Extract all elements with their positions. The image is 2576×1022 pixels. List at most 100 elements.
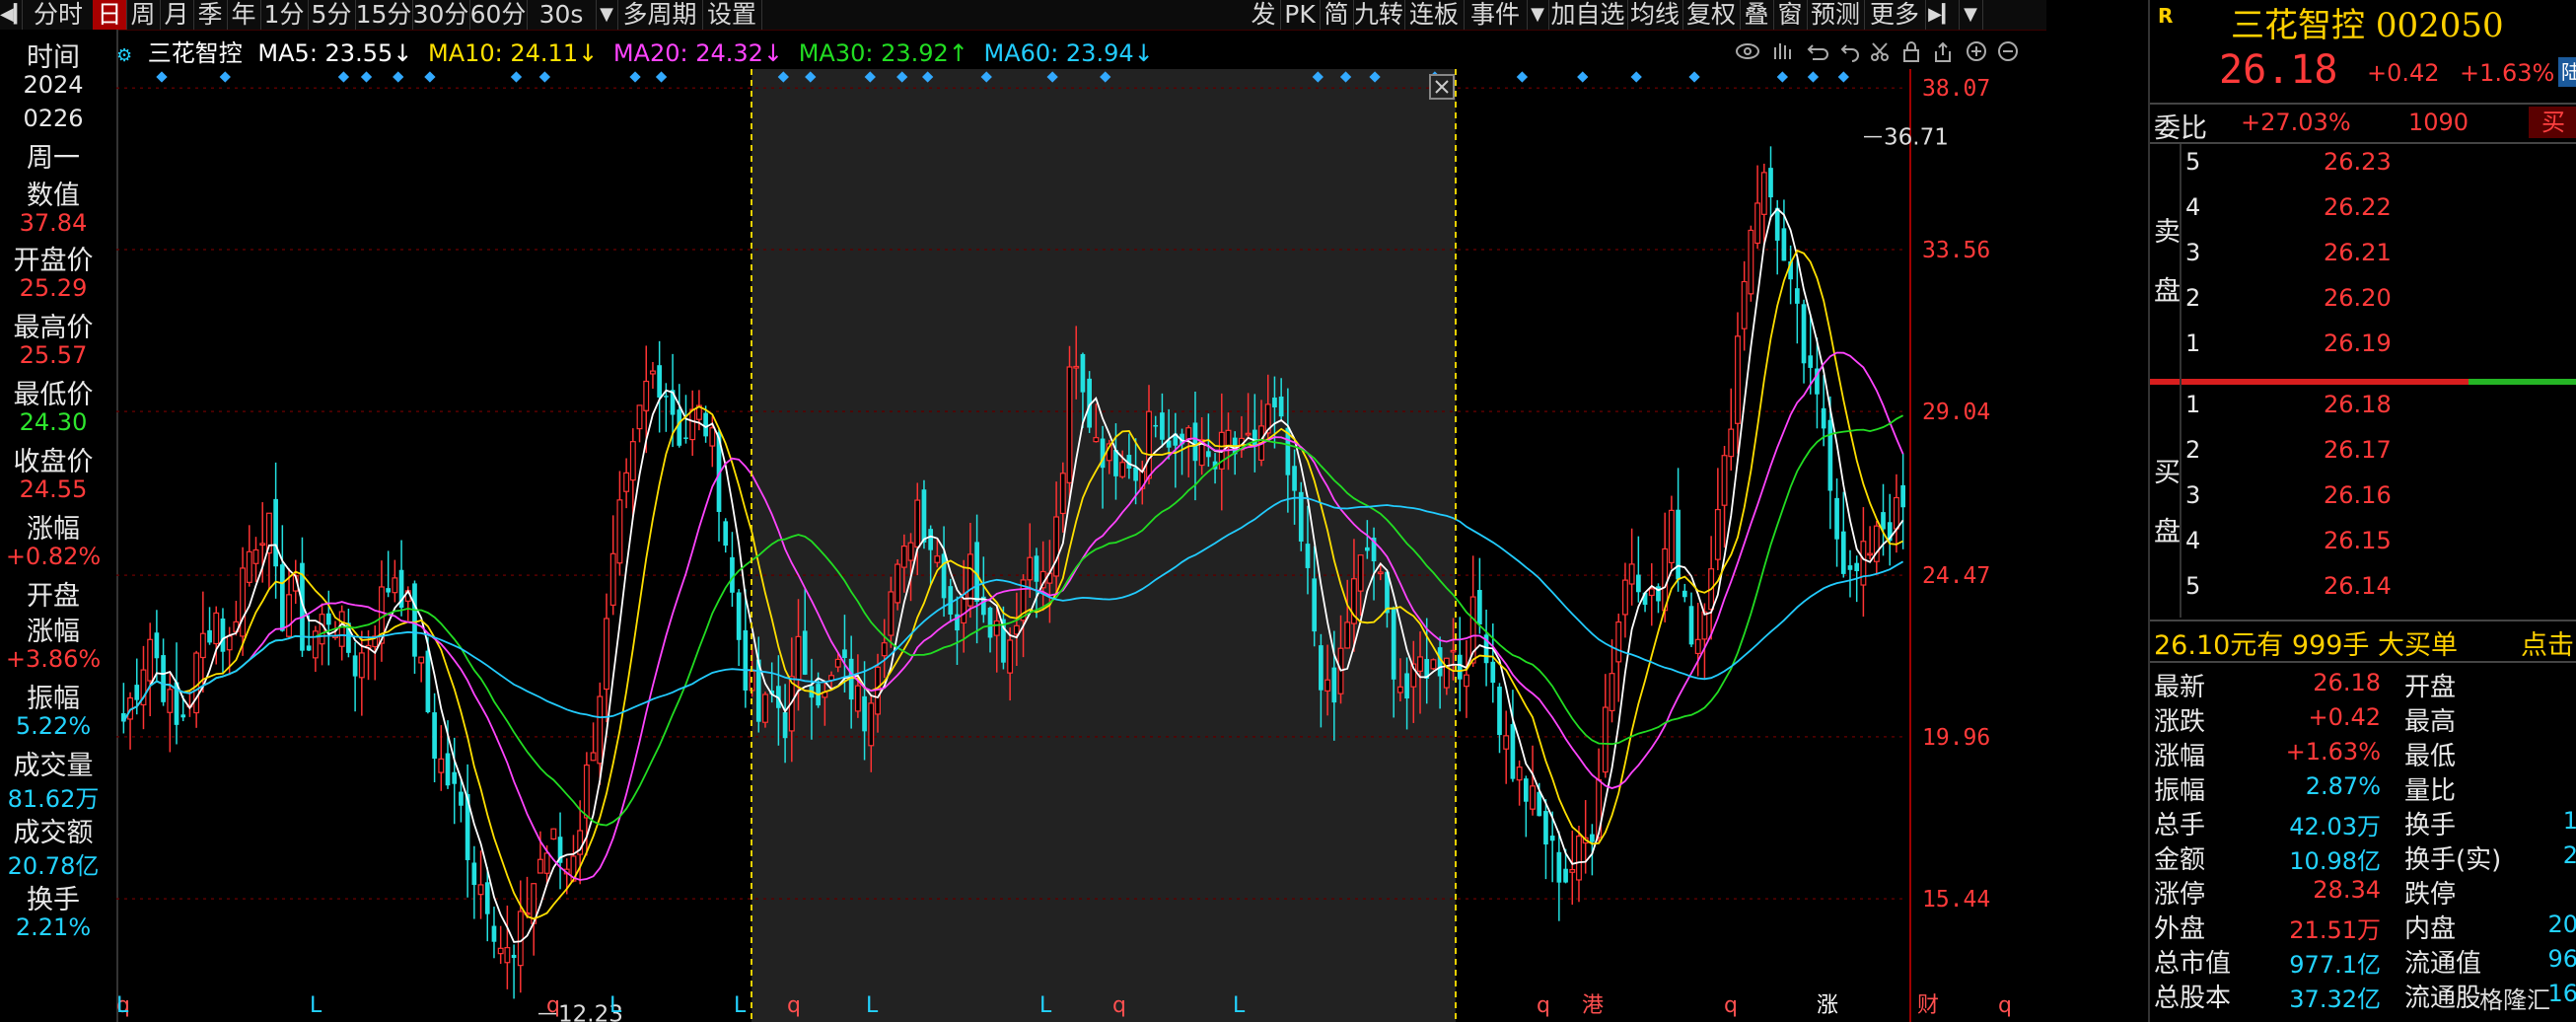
collapse-panel-icon[interactable]: ▶▎: [1925, 0, 1960, 30]
flag-badge[interactable]: 陆: [2558, 57, 2576, 87]
toolbar-action-0[interactable]: 发: [1247, 0, 1281, 30]
ask-price[interactable]: 26.23: [2324, 148, 2392, 176]
period-tab-2[interactable]: 周: [126, 0, 161, 30]
event-marker-icon[interactable]: [337, 71, 350, 83]
bottom-event-marker[interactable]: q: [1724, 993, 1738, 1018]
period-tab-7[interactable]: 5分: [308, 0, 356, 30]
period-dropdown-icon[interactable]: ▼: [596, 0, 618, 30]
close-selection-icon[interactable]: [1429, 74, 1455, 100]
hand-icon[interactable]: [1774, 43, 1791, 59]
bottom-event-marker[interactable]: 涨: [1817, 993, 1838, 1018]
ask-price[interactable]: 26.19: [2324, 329, 2392, 357]
event-marker-icon[interactable]: [538, 71, 551, 83]
big-order-click-link[interactable]: 点击: [2521, 623, 2574, 662]
big-order-volume: 999手: [2291, 630, 2370, 661]
candlestick: [1788, 245, 1793, 305]
bottom-event-marker[interactable]: 财: [1917, 993, 1939, 1018]
event-marker-icon[interactable]: [655, 71, 668, 83]
undo-icon[interactable]: [1840, 44, 1859, 62]
candlestick: [1628, 528, 1635, 606]
period-tab-8[interactable]: 15分: [355, 0, 413, 30]
event-marker-icon[interactable]: [1577, 71, 1589, 83]
more-dropdown-icon[interactable]: ▼: [1959, 0, 1983, 30]
period-tab-11[interactable]: 30s: [527, 0, 597, 30]
event-marker-icon[interactable]: [156, 71, 168, 83]
bottom-event-marker[interactable]: L: [116, 993, 129, 1018]
buy-tag[interactable]: 买: [2529, 107, 2576, 138]
bottom-event-marker[interactable]: L: [1233, 993, 1246, 1018]
export-icon[interactable]: [1935, 41, 1951, 62]
toolbar-action-3[interactable]: 九转: [1353, 0, 1405, 30]
period-tab-9[interactable]: 30分: [412, 0, 470, 30]
high-label: 最高价: [13, 313, 94, 343]
event-marker-icon[interactable]: [1630, 71, 1642, 83]
toolbar-action-12[interactable]: 更多: [1864, 0, 1926, 30]
period-tab-1[interactable]: 日: [93, 0, 127, 30]
event-marker-icon[interactable]: [424, 71, 436, 83]
bottom-event-marker[interactable]: L: [310, 993, 322, 1018]
toolbar-action-9[interactable]: 叠: [1740, 0, 1774, 30]
toolbar-action-4[interactable]: 连板: [1404, 0, 1465, 30]
event-marker-icon[interactable]: [1837, 71, 1849, 83]
candlestick: [1714, 468, 1721, 571]
event-marker-icon[interactable]: [1807, 71, 1820, 83]
bottom-event-marker[interactable]: q: [787, 993, 801, 1018]
event-marker-icon[interactable]: [1688, 71, 1700, 83]
toolbar-action-11[interactable]: 预测: [1807, 0, 1865, 30]
price-tick-label: 15.44: [1922, 887, 1990, 912]
big-order-text[interactable]: 26.10元有 999手 大买单: [2154, 623, 2458, 662]
bid-price[interactable]: 26.16: [2324, 481, 2392, 509]
eye-icon[interactable]: [1736, 43, 1759, 59]
ask-price[interactable]: 26.22: [2324, 193, 2392, 221]
bid-price[interactable]: 26.17: [2324, 436, 2392, 464]
zoom-in-icon[interactable]: [1967, 41, 1986, 61]
scissors-icon[interactable]: [1871, 42, 1889, 61]
toolbar-action-2[interactable]: 简: [1320, 0, 1354, 30]
period-tab-5[interactable]: 年: [227, 0, 261, 30]
bid-price[interactable]: 26.18: [2324, 391, 2392, 418]
period-tab-0[interactable]: 分时: [24, 0, 94, 30]
bottom-event-marker[interactable]: q: [546, 993, 560, 1018]
kline-chart[interactable]: 38.0733.5629.0424.4719.9615.44 36.7112.2…: [116, 30, 2046, 1022]
candlestick: [649, 362, 656, 390]
bid-price[interactable]: 26.14: [2324, 572, 2392, 600]
toolbar-action-1[interactable]: PK: [1280, 0, 1321, 30]
bottom-event-marker[interactable]: q: [1112, 993, 1126, 1018]
prev-arrow-icon[interactable]: ◀▎: [0, 0, 28, 30]
period-tab-12[interactable]: 多周期: [617, 0, 703, 30]
period-tab-10[interactable]: 60分: [469, 0, 528, 30]
period-tab-3[interactable]: 月: [160, 0, 194, 30]
toolbar-action-7[interactable]: 均线: [1627, 0, 1683, 30]
zoom-out-icon[interactable]: [1998, 41, 2018, 61]
ask-price[interactable]: 26.21: [2324, 239, 2392, 266]
bottom-event-marker[interactable]: L: [609, 993, 622, 1018]
reset-icon[interactable]: [1807, 44, 1828, 60]
event-marker-icon[interactable]: [1776, 71, 1788, 83]
period-tab-13[interactable]: 设置: [702, 0, 762, 30]
toolbar-action-10[interactable]: 窗: [1773, 0, 1808, 30]
event-marker-icon[interactable]: [510, 71, 523, 83]
toolbar-action-5[interactable]: 事件: [1464, 0, 1528, 30]
event-marker-icon[interactable]: [219, 71, 231, 83]
candlestick: [1516, 760, 1523, 806]
bottom-event-marker[interactable]: L: [866, 993, 879, 1018]
ask-price[interactable]: 26.20: [2324, 284, 2392, 312]
lock-icon[interactable]: [1903, 41, 1919, 62]
period-tab-4[interactable]: 季: [193, 0, 228, 30]
candlestick: [1543, 799, 1548, 880]
bottom-event-marker[interactable]: q: [1537, 993, 1550, 1018]
period-tab-6[interactable]: 1分: [260, 0, 309, 30]
toolbar-action-6[interactable]: 加自选: [1548, 0, 1628, 30]
bottom-event-marker[interactable]: q: [1998, 993, 2012, 1018]
bid-price[interactable]: 26.15: [2324, 527, 2392, 554]
event-dropdown-icon[interactable]: ▼: [1527, 0, 1549, 30]
toolbar-action-8[interactable]: 复权: [1682, 0, 1741, 30]
event-marker-icon[interactable]: [1516, 71, 1529, 83]
bottom-event-marker[interactable]: 港: [1582, 993, 1604, 1018]
event-marker-icon[interactable]: [360, 71, 373, 83]
low-label: 最低价: [13, 380, 94, 410]
bottom-event-marker[interactable]: L: [734, 993, 747, 1018]
bottom-event-marker[interactable]: L: [1039, 993, 1052, 1018]
event-marker-icon[interactable]: [393, 71, 404, 83]
event-marker-icon[interactable]: [629, 71, 641, 83]
